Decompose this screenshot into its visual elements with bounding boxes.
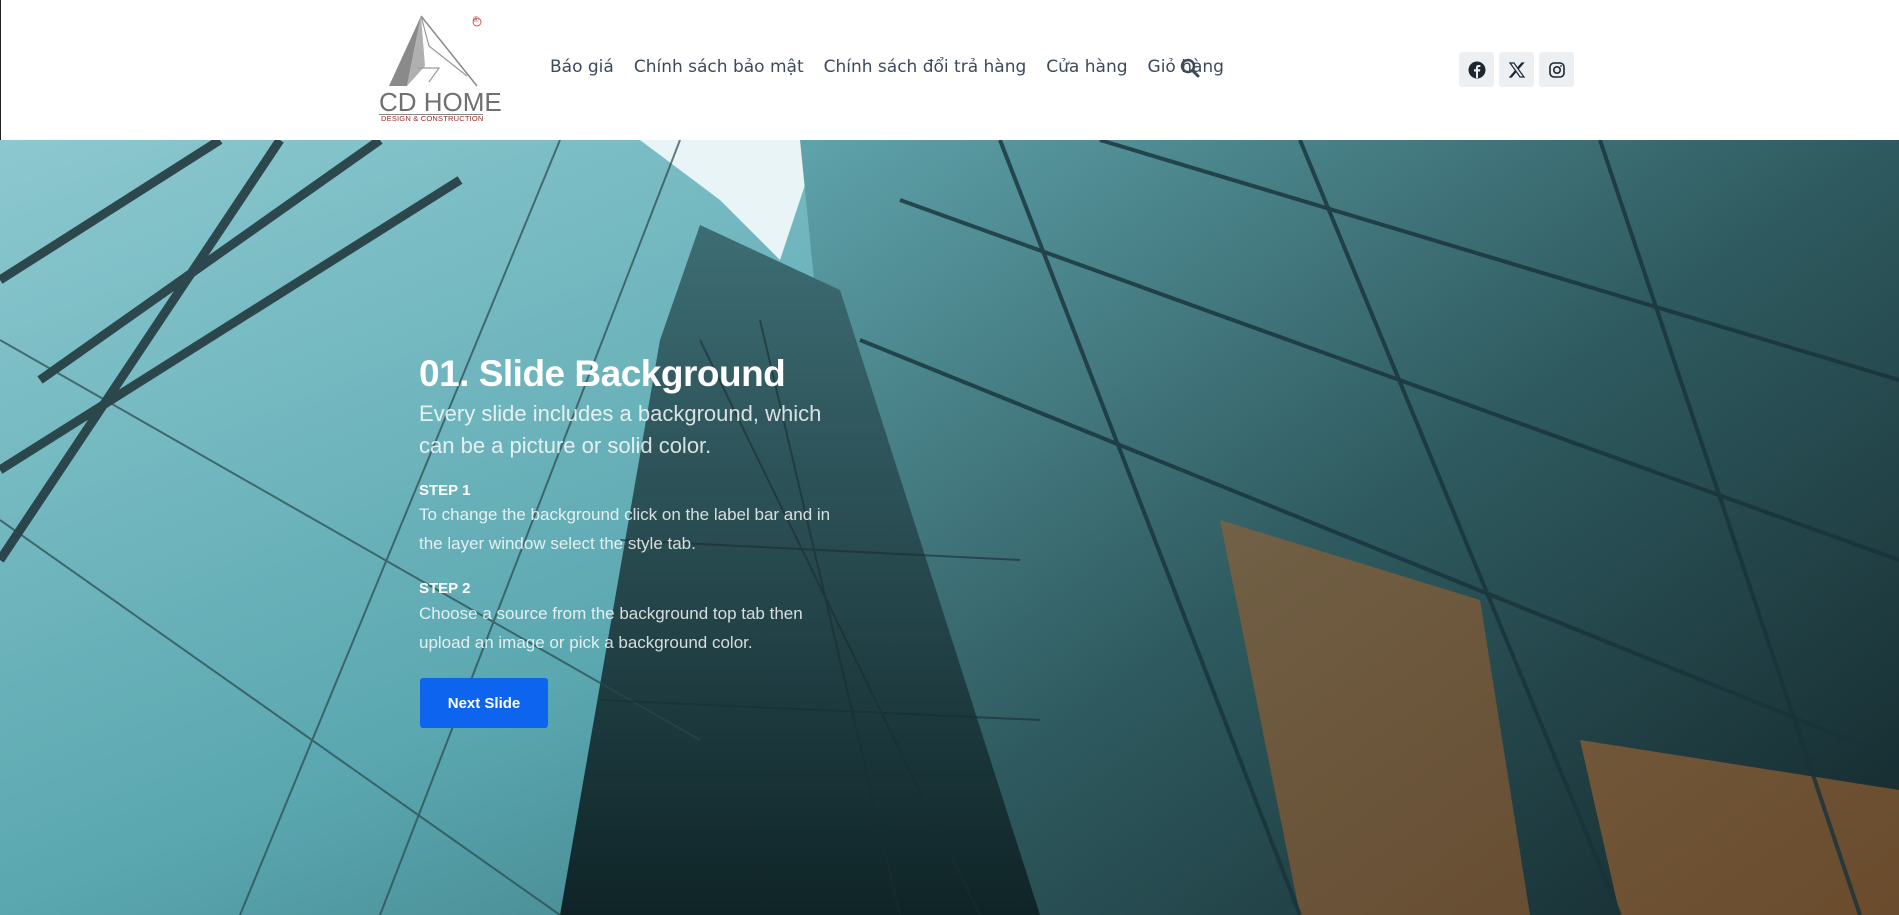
nav-item-bao-gia[interactable]: Báo giá xyxy=(550,57,614,77)
x-twitter-icon xyxy=(1508,61,1525,78)
hero-slider: 01. Slide Background Every slide include… xyxy=(0,140,1899,915)
step-2-label: STEP 2 xyxy=(419,580,471,597)
registered-mark: ® xyxy=(473,15,479,24)
hero-background-image xyxy=(0,140,1899,915)
search-button[interactable] xyxy=(1180,58,1202,80)
slide-title: 01. Slide Background xyxy=(419,353,786,394)
social-links xyxy=(1459,52,1574,87)
nav-item-privacy-policy[interactable]: Chính sách bảo mật xyxy=(634,57,804,77)
logo[interactable]: ® CD HOME DESIGN & CONSTRUCTION xyxy=(377,14,502,124)
main-nav: Báo giá Chính sách bảo mật Chính sách đổ… xyxy=(550,57,1244,77)
instagram-link[interactable] xyxy=(1539,52,1574,87)
facebook-icon xyxy=(1468,61,1485,78)
step-1-text: To change the background click on the la… xyxy=(419,505,831,553)
logo-tagline: DESIGN & CONSTRUCTION xyxy=(381,114,484,123)
logo-mark xyxy=(389,15,482,87)
facebook-link[interactable] xyxy=(1459,52,1494,87)
nav-item-return-policy[interactable]: Chính sách đổi trả hàng xyxy=(824,57,1027,77)
search-icon xyxy=(1180,58,1200,78)
x-link[interactable] xyxy=(1499,52,1534,87)
step-2-text: Choose a source from the background top … xyxy=(419,604,803,652)
instagram-icon xyxy=(1548,61,1565,78)
step-1-label: STEP 1 xyxy=(419,482,471,499)
nav-item-store[interactable]: Cửa hàng xyxy=(1046,57,1127,77)
slide-subtitle: Every slide includes a background, which… xyxy=(419,401,822,458)
next-slide-button[interactable]: Next Slide xyxy=(420,678,548,728)
site-header: ® CD HOME DESIGN & CONSTRUCTION Báo giá … xyxy=(0,0,1899,140)
